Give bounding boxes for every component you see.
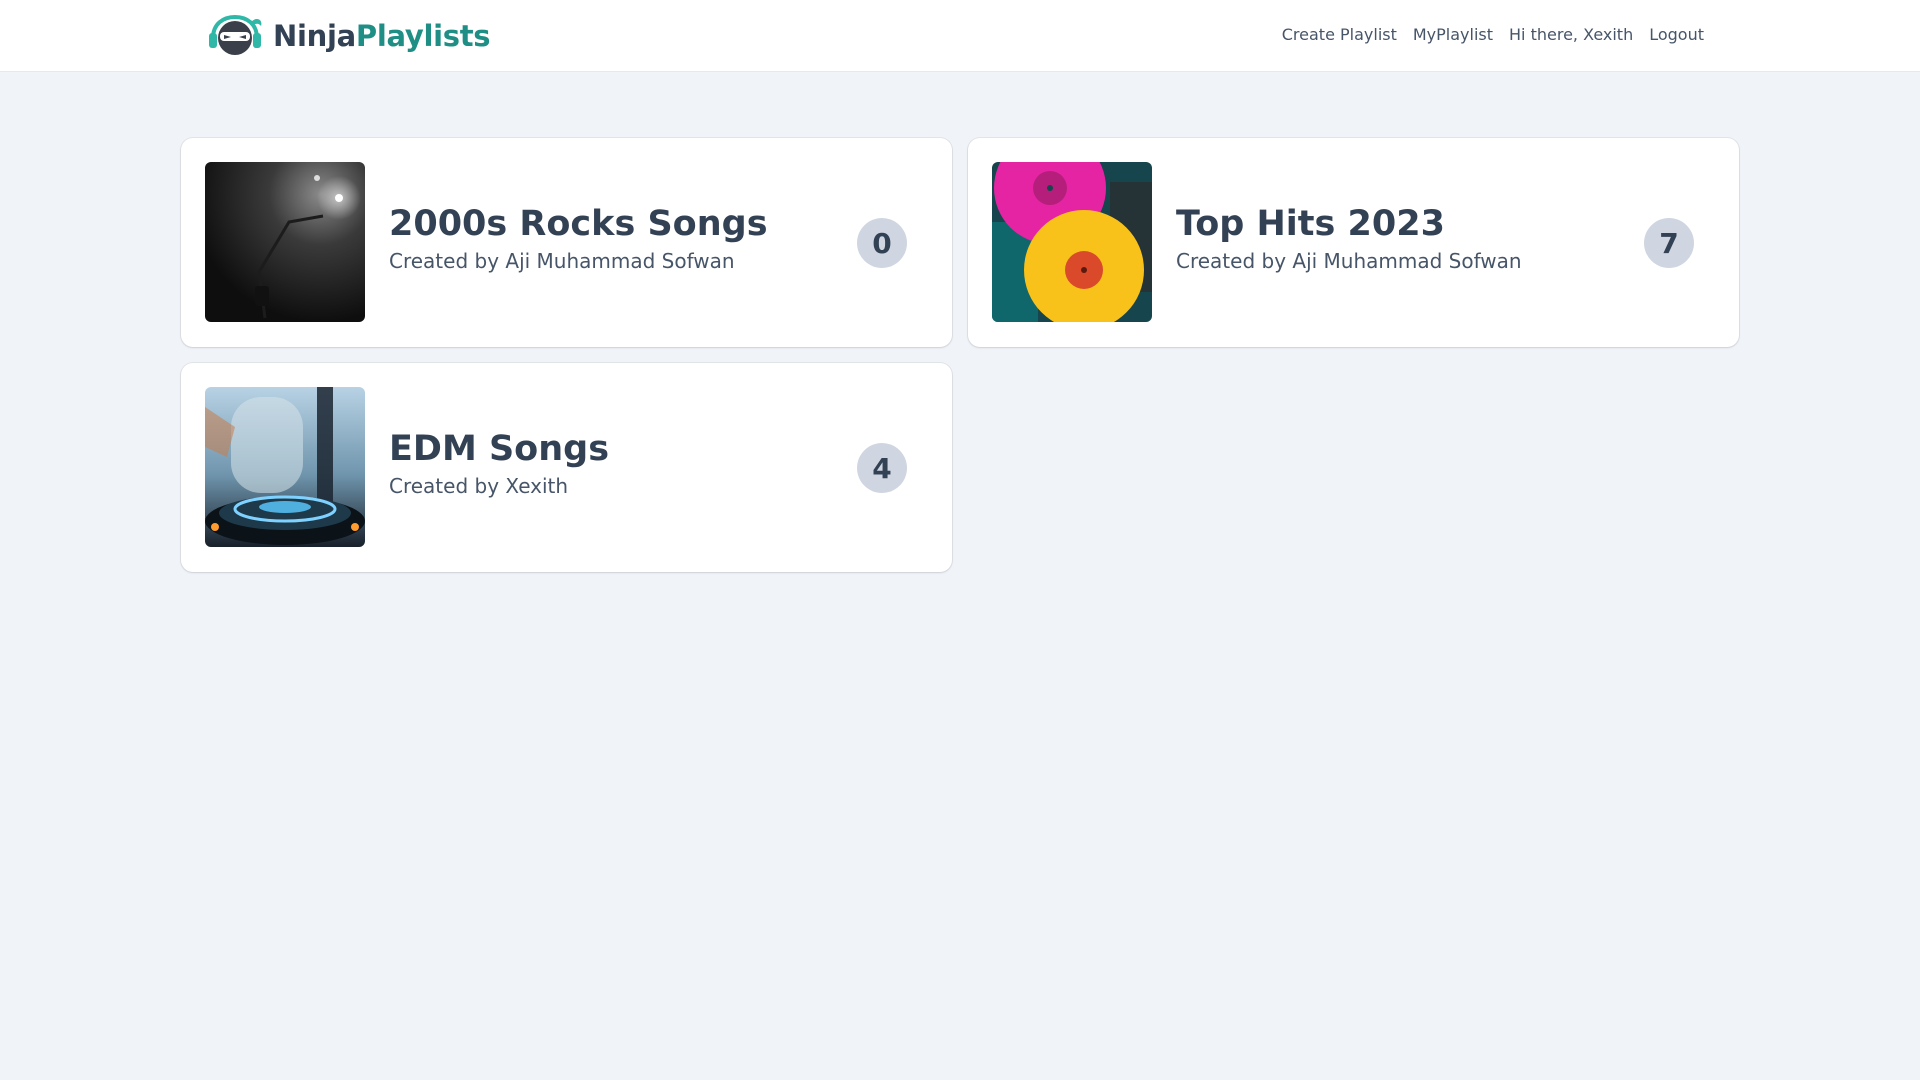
playlist-title: 2000s Rocks Songs (389, 204, 768, 244)
playlist-creator: Created by Aji Muhammad Sofwan (389, 249, 735, 273)
playlist-cover-image (205, 162, 365, 322)
playlist-cover-image (205, 387, 365, 547)
ninja-logo-icon (209, 14, 262, 55)
playlist-title: EDM Songs (389, 429, 610, 469)
song-count-badge: 4 (857, 443, 907, 493)
vinyl-records-image (992, 162, 1152, 322)
brand-home-link[interactable]: NinjaPlaylists (207, 14, 491, 58)
playlist-card[interactable]: Top Hits 2023 Created by Aji Muhammad So… (968, 138, 1739, 347)
dj-turntable-image (205, 387, 365, 547)
song-count-badge: 7 (1644, 218, 1694, 268)
microphone-stage-image (205, 162, 365, 322)
playlist-cover-image (992, 162, 1152, 322)
playlist-creator: Created by Aji Muhammad Sofwan (1176, 249, 1522, 273)
playlist-title: Top Hits 2023 (1176, 204, 1445, 244)
brand-name: NinjaPlaylists (273, 19, 491, 53)
playlist-grid: 2000s Rocks Songs Created by Aji Muhamma… (181, 138, 1739, 572)
playlist-card[interactable]: 2000s Rocks Songs Created by Aji Muhamma… (181, 138, 952, 347)
song-count-badge: 0 (857, 218, 907, 268)
nav-logout-link[interactable]: Logout (1649, 25, 1704, 44)
brand-name-part-ninja: Ninja (273, 19, 356, 53)
nav-my-playlist-link[interactable]: MyPlaylist (1413, 25, 1493, 44)
nav-create-playlist-link[interactable]: Create Playlist (1282, 25, 1397, 44)
brand-name-part-playlists: Playlists (355, 19, 491, 53)
nav-links: Create Playlist MyPlaylist Hi there, Xex… (1282, 25, 1704, 44)
playlist-creator: Created by Xexith (389, 474, 569, 498)
playlist-card[interactable]: EDM Songs Created by Xexith 4 (181, 363, 952, 572)
nav-user-greeting[interactable]: Hi there, Xexith (1509, 25, 1633, 44)
navbar: NinjaPlaylists Create Playlist MyPlaylis… (0, 0, 1920, 72)
